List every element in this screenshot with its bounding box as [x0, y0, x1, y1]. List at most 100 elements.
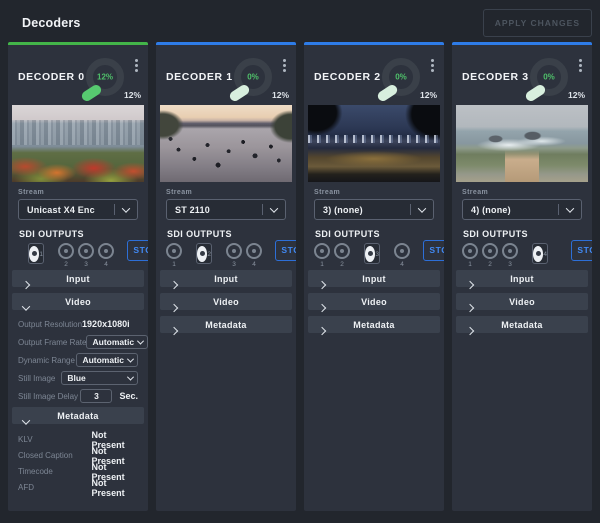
sdi-output-1[interactable]: 1 — [166, 243, 182, 268]
stop-button[interactable]: STOP — [275, 240, 296, 261]
kebab-menu-icon[interactable] — [577, 57, 584, 74]
decoder-card-3: DECODER 3 0% 12% Stream 4) (none) SDI OU… — [452, 42, 592, 511]
sdi-output-4[interactable]: 4 — [246, 243, 262, 268]
decoder-title: DECODER 0 — [18, 71, 85, 83]
sdi-outputs-label: SDI OUTPUTS — [463, 229, 558, 239]
chevron-right-icon — [319, 321, 325, 339]
kebab-menu-icon[interactable] — [133, 57, 140, 74]
output-frame-rate-label: Output Frame Rate — [18, 338, 86, 347]
video-preview — [12, 105, 144, 182]
section-video[interactable]: Video — [308, 293, 440, 310]
chevron-right-icon — [171, 275, 177, 293]
sdi-output-2[interactable]: 2 — [196, 243, 212, 264]
stream-label: Stream — [462, 189, 582, 196]
gauge-arc — [80, 83, 103, 103]
section-input[interactable]: Input — [160, 270, 292, 287]
sdi-output-3[interactable]: 3 — [226, 243, 242, 268]
apply-changes-button[interactable]: APPLY CHANGES — [483, 9, 592, 37]
chevron-down-icon — [23, 298, 29, 316]
afd-value: Not Present — [92, 478, 138, 498]
output-resolution-label: Output Resolution — [18, 320, 82, 329]
video-settings-panel: Output Resolution 1920x1080i Output Fram… — [18, 317, 138, 403]
stop-button[interactable]: STOP — [423, 240, 444, 261]
chevron-down-icon — [127, 373, 134, 380]
stream-select[interactable]: Unicast X4 Enc — [18, 199, 138, 220]
sdi-output-2[interactable]: 2 — [58, 243, 74, 268]
video-preview — [456, 105, 588, 182]
stream-label: Stream — [314, 189, 434, 196]
chevron-right-icon — [467, 275, 473, 293]
sdi-ports: 1 2 3 4 — [314, 243, 410, 268]
video-preview — [160, 105, 292, 182]
page-title: Decoders — [22, 16, 81, 30]
sdi-output-3[interactable]: 3 — [502, 243, 518, 268]
section-metadata[interactable]: Metadata — [308, 316, 440, 333]
gauge-percent: 0% — [543, 73, 555, 82]
sdi-output-4[interactable]: 4 — [532, 243, 548, 264]
sdi-outputs-label: SDI OUTPUTS — [315, 229, 410, 239]
section-metadata[interactable]: Metadata — [456, 316, 588, 333]
card-header: DECODER 2 0% 12% — [304, 45, 444, 105]
sdi-outputs-label: SDI OUTPUTS — [167, 229, 262, 239]
chevron-right-icon — [171, 298, 177, 316]
output-resolution-value: 1920x1080i — [82, 319, 139, 329]
stream-select[interactable]: ST 2110 — [166, 199, 286, 220]
chevron-down-icon — [263, 207, 285, 213]
kebab-menu-icon[interactable] — [429, 57, 436, 74]
chevron-down-icon — [559, 207, 581, 213]
chevron-right-icon — [171, 321, 177, 339]
gauge-percent: 12% — [97, 73, 113, 82]
section-metadata[interactable]: Metadata — [160, 316, 292, 333]
usage-percent-label: 12% — [568, 90, 585, 100]
sdi-output-2[interactable]: 2 — [482, 243, 498, 268]
chevron-right-icon — [467, 298, 473, 316]
section-input[interactable]: Input — [456, 270, 588, 287]
video-preview — [308, 105, 440, 182]
stop-button[interactable]: STOP — [127, 240, 148, 261]
section-video[interactable]: Video — [12, 293, 144, 310]
section-input[interactable]: Input — [12, 270, 144, 287]
section-input[interactable]: Input — [308, 270, 440, 287]
gauge-percent: 0% — [247, 73, 259, 82]
closed-caption-label: Closed Caption — [18, 451, 92, 460]
decoder-card-2: DECODER 2 0% 12% Stream 3) (none) SDI OU… — [304, 42, 444, 511]
sdi-output-1[interactable]: 1 — [28, 243, 44, 264]
gauge-arc — [524, 83, 547, 103]
sdi-outputs-section: SDI OUTPUTS 1 2 3 4 STOP — [166, 229, 291, 268]
usage-percent-label: 12% — [272, 90, 289, 100]
stream-select[interactable]: 3) (none) — [314, 199, 434, 220]
decoder-card-0: DECODER 0 12% 12% Stream Unicast X4 Enc … — [8, 42, 148, 511]
sdi-output-4[interactable]: 4 — [98, 243, 114, 268]
klv-label: KLV — [18, 435, 92, 444]
sdi-output-1[interactable]: 1 — [462, 243, 478, 268]
kebab-menu-icon[interactable] — [281, 57, 288, 74]
dynamic-range-label: Dynamic Range — [18, 356, 75, 365]
output-frame-rate-select[interactable]: Automatic — [86, 335, 148, 349]
still-image-select[interactable]: Blue — [61, 371, 138, 385]
still-image-delay-input[interactable]: 3 — [80, 389, 112, 403]
usage-gauge: 0% 12% — [382, 58, 420, 96]
metadata-panel: KLV Not Present Closed Caption Not Prese… — [18, 432, 138, 495]
sdi-output-2[interactable]: 2 — [334, 243, 350, 268]
sdi-output-1[interactable]: 1 — [314, 243, 330, 268]
card-header: DECODER 3 0% 12% — [452, 45, 592, 105]
sdi-output-4[interactable]: 4 — [394, 243, 410, 268]
sdi-output-3[interactable]: 3 — [78, 243, 94, 268]
decoders-page: Decoders APPLY CHANGES DECODER 0 12% 12%… — [0, 0, 600, 523]
sdi-output-3[interactable]: 3 — [364, 243, 380, 264]
section-video[interactable]: Video — [160, 293, 292, 310]
chevron-right-icon — [319, 298, 325, 316]
sdi-ports: 1 2 3 4 — [18, 243, 114, 268]
dynamic-range-select[interactable]: Automatic — [76, 353, 138, 367]
gauge-arc — [376, 83, 399, 103]
stop-button[interactable]: STOP — [571, 240, 592, 261]
sdi-outputs-section: SDI OUTPUTS 1 2 3 4 STOP — [18, 229, 143, 268]
afd-label: AFD — [18, 483, 92, 492]
stream-select-value: 3) (none) — [315, 205, 410, 215]
stream-select[interactable]: 4) (none) — [462, 199, 582, 220]
section-metadata[interactable]: Metadata — [12, 407, 144, 424]
chevron-down-icon — [127, 355, 134, 362]
section-video[interactable]: Video — [456, 293, 588, 310]
stream-select-value: ST 2110 — [167, 205, 262, 215]
chevron-right-icon — [23, 275, 29, 293]
